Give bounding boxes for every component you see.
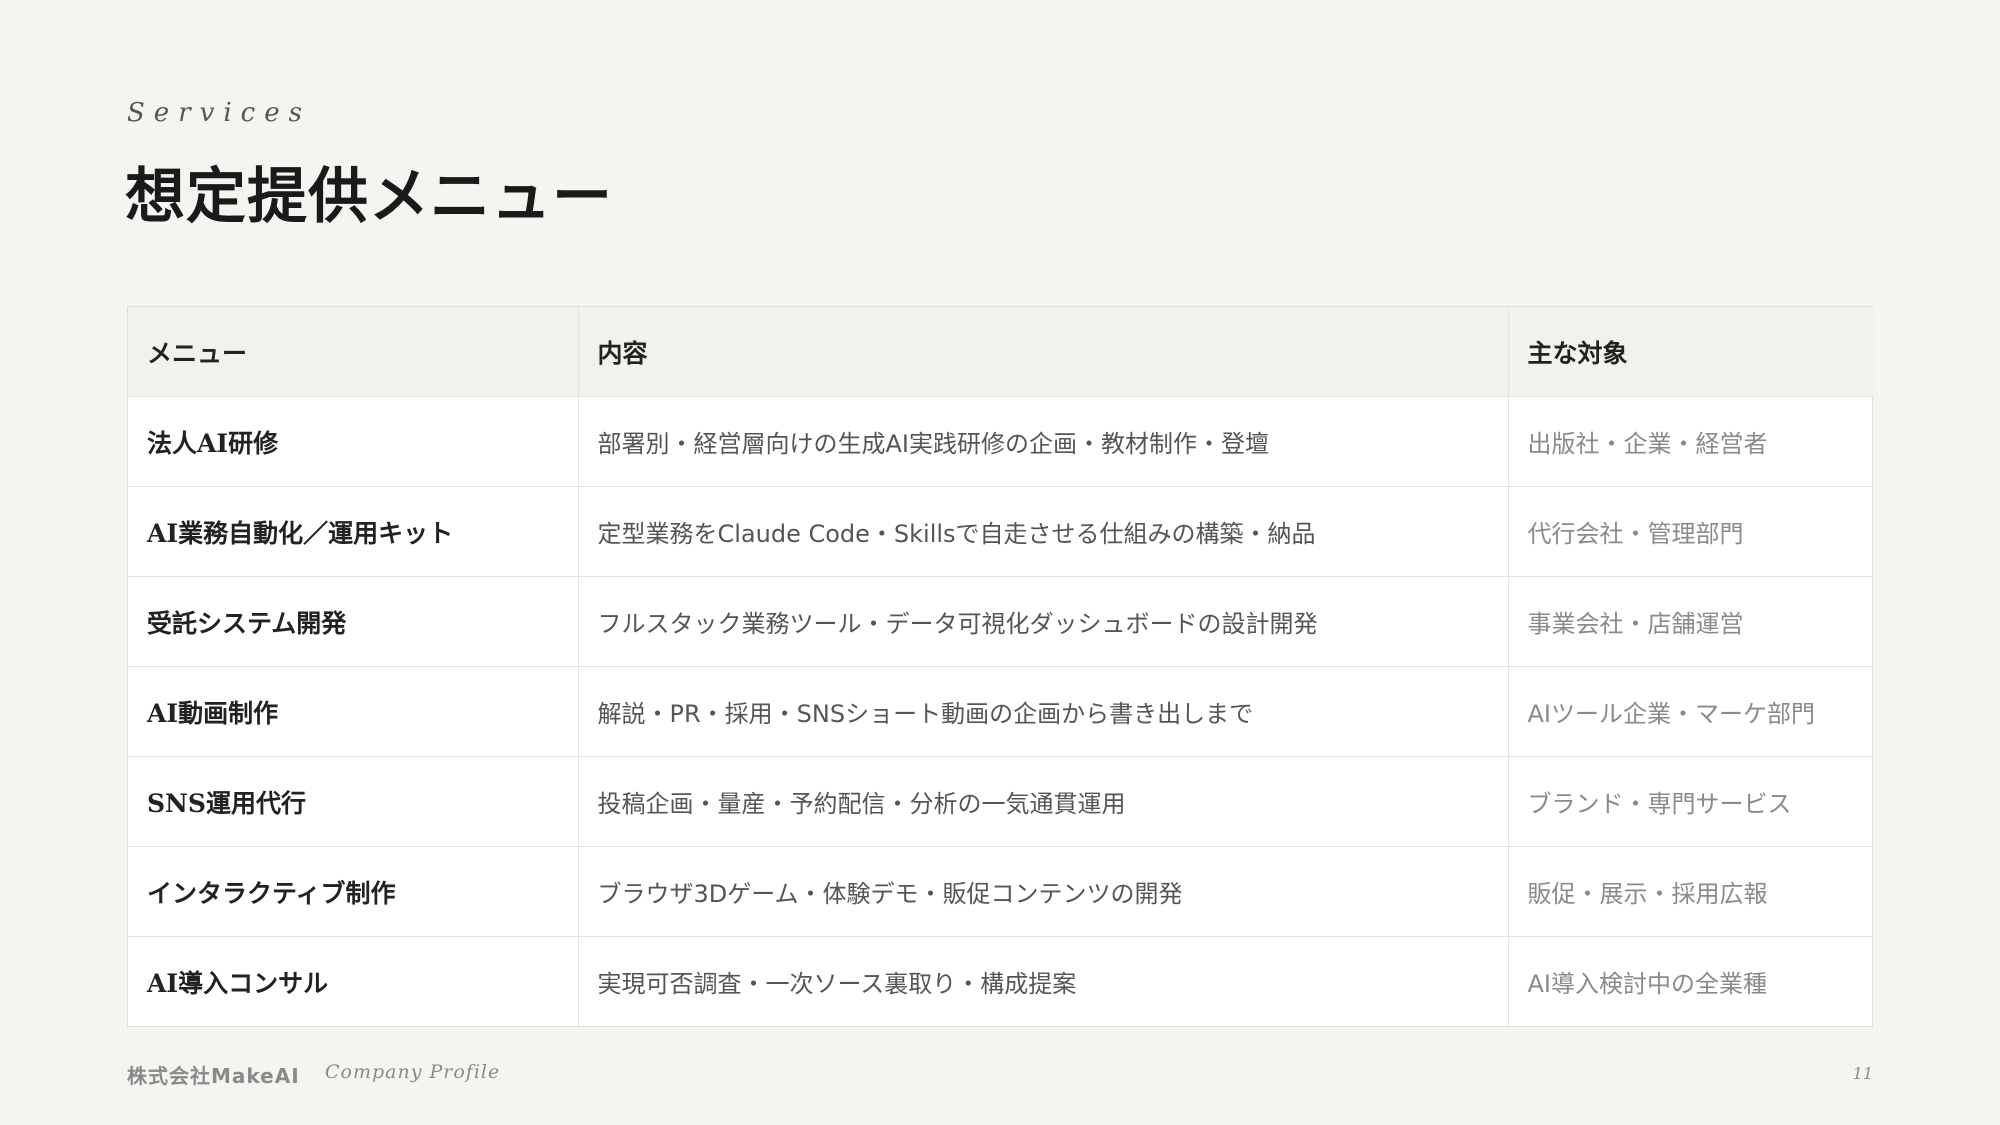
target-cell: AI導入検討中の全業種	[1507, 936, 1874, 1026]
column-header-target: 主な対象	[1507, 307, 1874, 397]
table-row: 法人AI研修 部署別・経営層向けの生成AI実践研修の企画・教材制作・登壇 出版社…	[128, 396, 1874, 487]
menu-cell: SNS運用代行	[128, 756, 578, 847]
content-cell: 投稿企画・量産・予約配信・分析の一気通貫運用	[577, 756, 1508, 847]
target-cell: 代行会社・管理部門	[1507, 486, 1874, 577]
table-header-row: メニュー 内容 主な対象	[128, 307, 1874, 397]
target-cell: 販促・展示・採用広報	[1507, 846, 1874, 937]
footer-company-name: 株式会社MakeAI	[127, 1064, 300, 1088]
column-header-content: 内容	[577, 307, 1508, 397]
content-cell: 解説・PR・採用・SNSショート動画の企画から書き出しまで	[577, 666, 1508, 757]
menu-cell: 受託システム開発	[128, 576, 578, 667]
target-cell: AIツール企業・マーケ部門	[1507, 666, 1874, 757]
column-header-menu: メニュー	[128, 307, 578, 397]
footer-profile-label: Company Profile	[325, 1061, 501, 1083]
table-row: AI動画制作 解説・PR・採用・SNSショート動画の企画から書き出しまで AIツ…	[128, 666, 1874, 757]
content-cell: フルスタック業務ツール・データ可視化ダッシュボードの設計開発	[577, 576, 1508, 667]
page-title: 想定提供メニュー	[125, 162, 613, 232]
menu-cell: AI動画制作	[128, 666, 578, 757]
table-row: 受託システム開発 フルスタック業務ツール・データ可視化ダッシュボードの設計開発 …	[128, 576, 1874, 667]
table-row: AI業務自動化／運用キット 定型業務をClaude Code・Skillsで自走…	[128, 486, 1874, 577]
menu-cell: AI業務自動化／運用キット	[128, 486, 578, 577]
table-row: インタラクティブ制作 ブラウザ3Dゲーム・体験デモ・販促コンテンツの開発 販促・…	[128, 846, 1874, 937]
target-cell: ブランド・専門サービス	[1507, 756, 1874, 847]
section-eyebrow: Services	[127, 98, 311, 128]
menu-cell: AI導入コンサル	[147, 968, 329, 998]
table-row: SNS運用代行 投稿企画・量産・予約配信・分析の一気通貫運用 ブランド・専門サー…	[128, 756, 1874, 847]
content-cell: 定型業務をClaude Code・Skillsで自走させる仕組みの構築・納品	[577, 486, 1508, 577]
menu-cell: インタラクティブ制作	[128, 846, 578, 937]
menu-cell: 法人AI研修	[128, 396, 578, 487]
content-cell: 部署別・経営層向けの生成AI実践研修の企画・教材制作・登壇	[577, 396, 1508, 487]
page-number: 11	[1852, 1064, 1873, 1083]
target-cell: 出版社・企業・経営者	[1507, 396, 1874, 487]
target-cell: 事業会社・店舗運営	[1507, 576, 1874, 667]
services-table: メニュー 内容 主な対象 法人AI研修 部署別・経営層向けの生成AI実践研修の企…	[127, 306, 1874, 1027]
content-cell: ブラウザ3Dゲーム・体験デモ・販促コンテンツの開発	[577, 846, 1508, 937]
content-cell: 実現可否調査・一次ソース裏取り・構成提案	[577, 936, 1508, 1026]
table-row: AI導入コンサル 実現可否調査・一次ソース裏取り・構成提案 AI導入検討中の全業…	[128, 936, 1874, 1026]
